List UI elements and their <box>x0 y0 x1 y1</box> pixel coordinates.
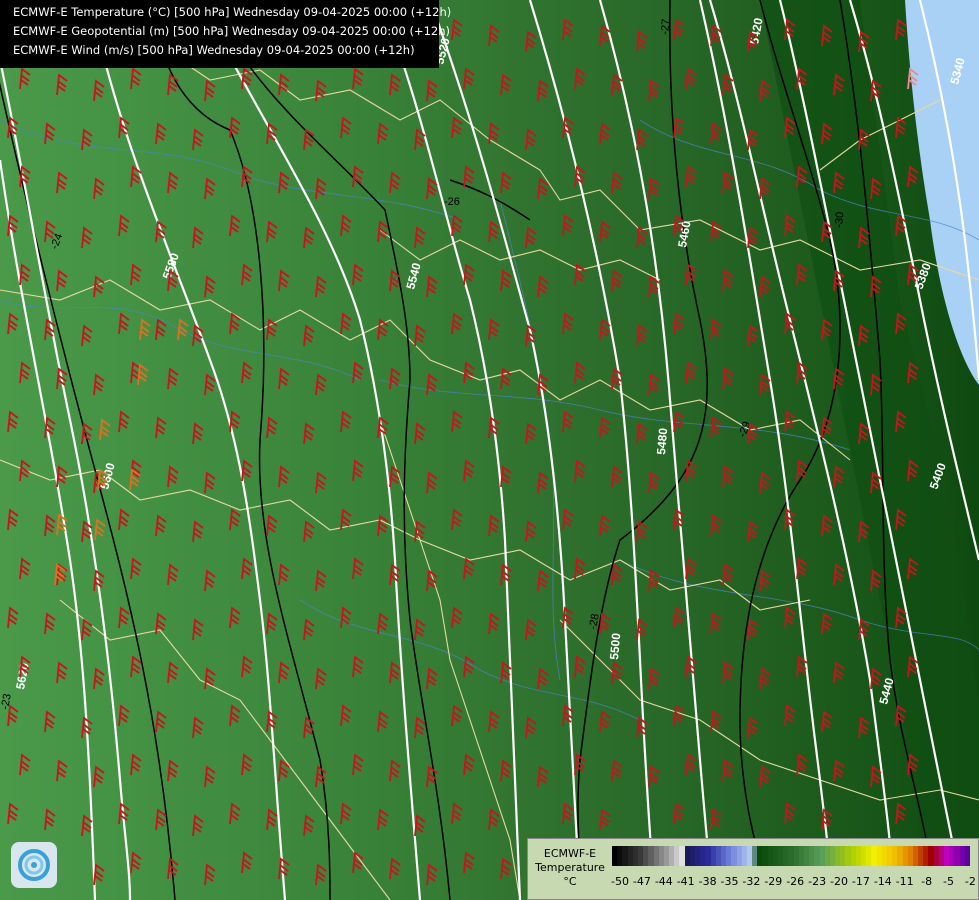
legend-tick-label: -14 <box>873 875 892 888</box>
legend-title: ECMWF-E Temperature °C <box>532 847 608 889</box>
legend-ticks: -50 -47 -44 -41 -38 -35 -32 -29 -26 -23 -20 -17 -14-… <box>611 875 976 889</box>
title-geopotential: ECMWF-E Geopotential (m) [500 hPa] Wedne… <box>13 24 450 38</box>
geopotential-label: 5500 <box>607 632 623 660</box>
legend-color-scale <box>612 846 970 866</box>
legend-swatch <box>964 846 970 866</box>
legend-tick-label: -29 <box>764 875 783 888</box>
legend-unit: °C <box>563 875 577 888</box>
legend-tick-label: -41 <box>676 875 695 888</box>
legend-tick-label: -17 <box>851 875 870 888</box>
legend-title-variable: Temperature <box>535 861 605 874</box>
legend-tick-label: -20 <box>830 875 848 888</box>
legend-tick-label: -50 <box>611 875 629 888</box>
map-title-box: ECMWF-E Temperature (°C) [500 hPa] Wedne… <box>0 0 452 68</box>
legend-tick-label: -38 <box>698 875 717 888</box>
temperature-label: -27 <box>659 18 672 35</box>
weather-map: 5620 5600 5580 5540 5520 5500 5480 5460 … <box>0 0 979 900</box>
swirl-icon <box>18 849 50 881</box>
temperature-legend: ECMWF-E Temperature °C -50 -47 -44 -41 -38 -3… <box>527 838 979 900</box>
legend-tick-label: -35 <box>720 875 739 888</box>
title-temperature: ECMWF-E Temperature (°C) [500 hPa] Wedne… <box>13 5 452 19</box>
geopotential-label: 5480 <box>654 427 670 455</box>
legend-tick-label: -8 <box>921 875 933 888</box>
ecmwf-logo-icon[interactable] <box>11 842 57 888</box>
legend-tick-label: -2 <box>964 875 976 888</box>
map-view[interactable]: 5620 5600 5580 5540 5520 5500 5480 5460 … <box>0 0 979 900</box>
legend-tick-label: -11 <box>895 875 914 888</box>
legend-tick-label: -32 <box>742 875 761 888</box>
temperature-label: -30 <box>833 211 846 228</box>
legend-title-model: ECMWF-E <box>543 847 597 860</box>
legend-tick-label: -44 <box>654 875 673 888</box>
legend-tick-label: -26 <box>786 875 805 888</box>
temperature-label: -26 <box>444 196 460 208</box>
legend-tick-label: -23 <box>808 875 827 888</box>
title-wind: ECMWF-E Wind (m/s) [500 hPa] Wednesday 0… <box>13 43 415 57</box>
legend-tick-label: -5 <box>943 875 954 888</box>
legend-tick-label: -47 <box>632 875 651 888</box>
